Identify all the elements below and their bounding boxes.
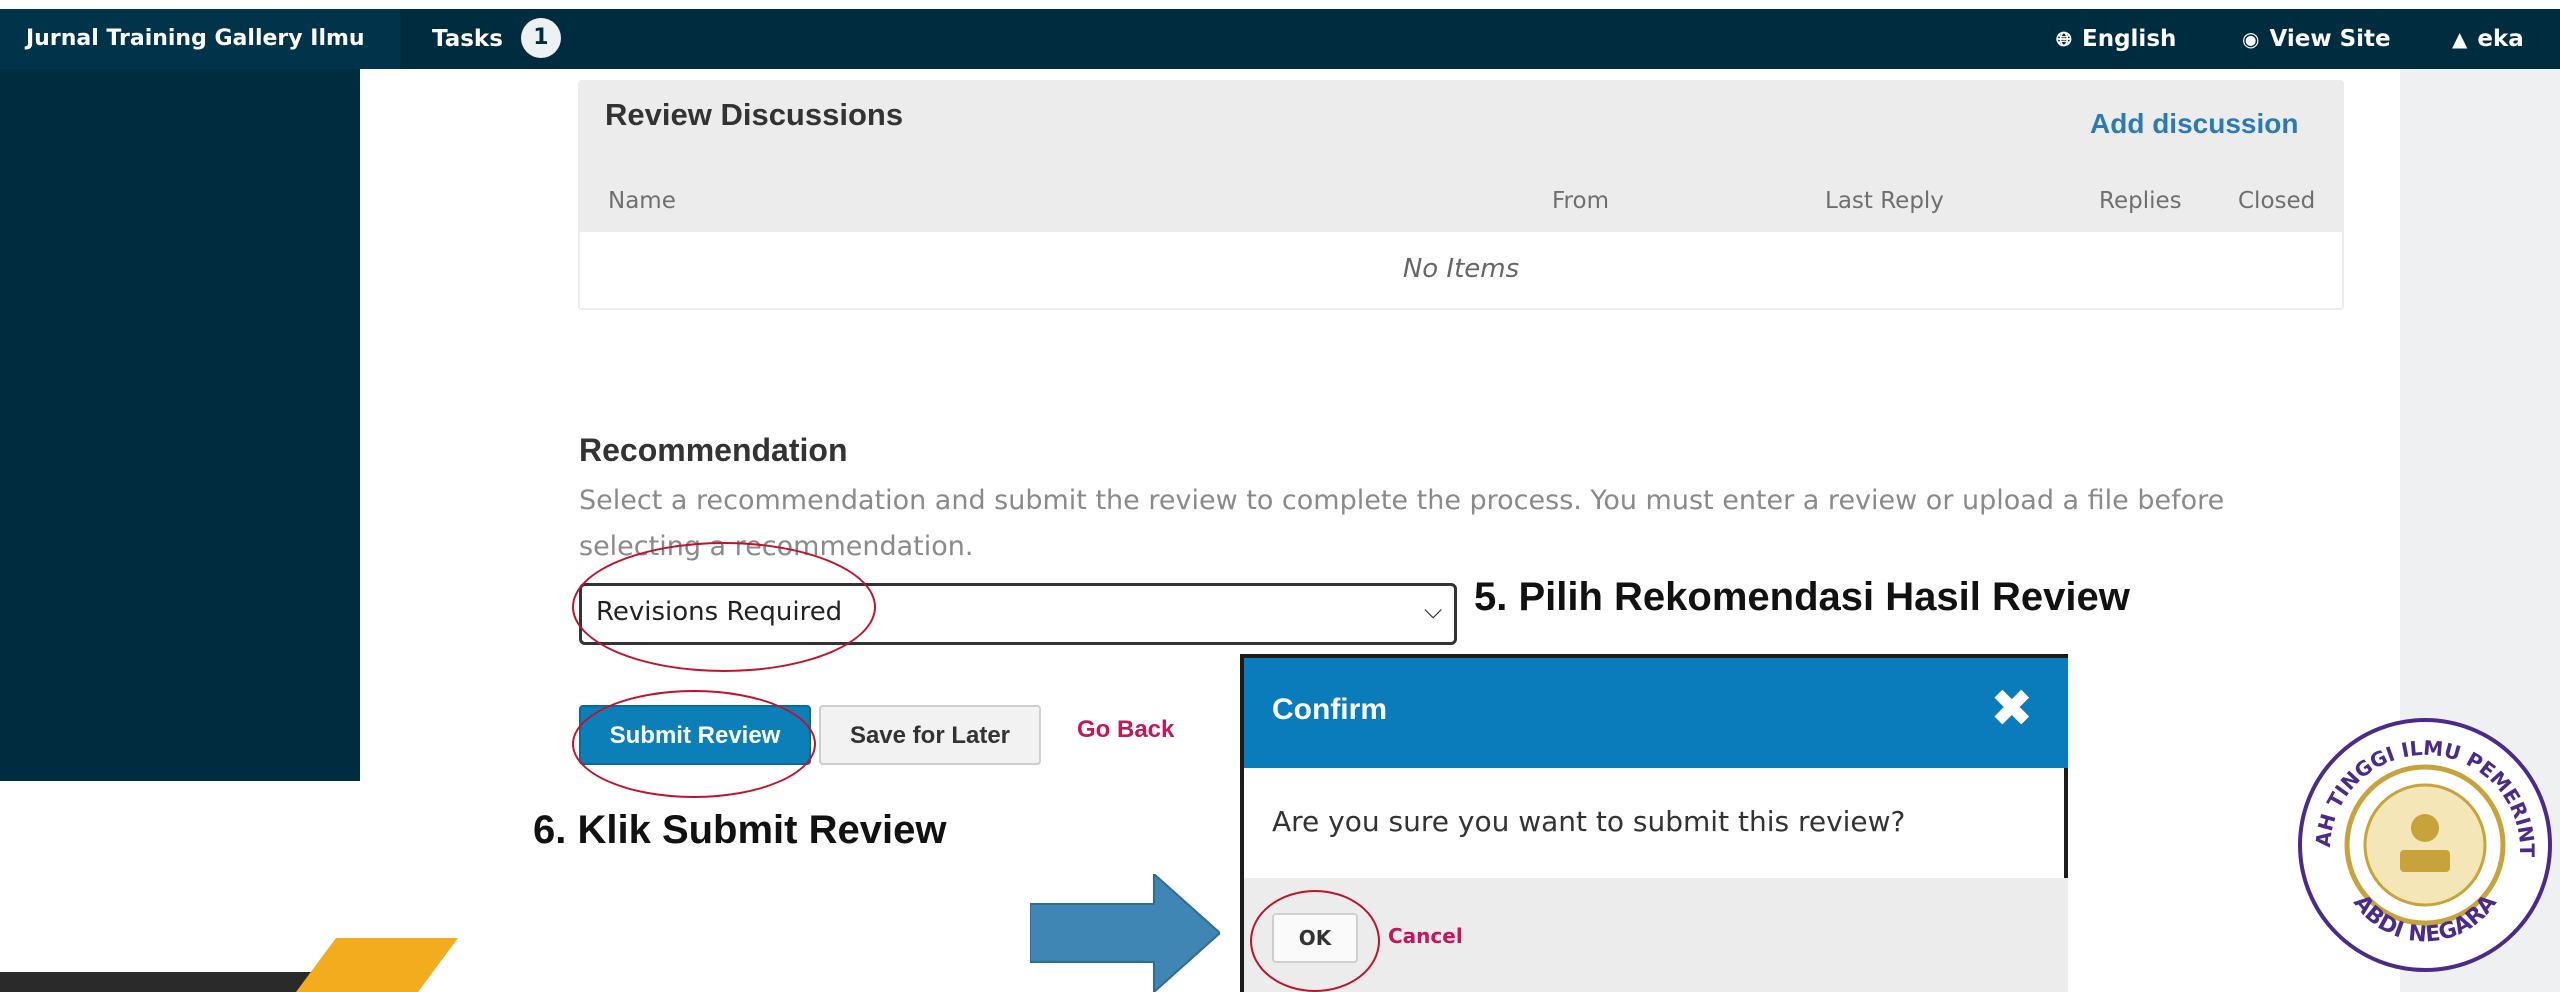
tasks-label: Tasks: [432, 26, 503, 52]
decorative-dark-band: [0, 972, 320, 992]
decorative-yellow-shape: [296, 938, 458, 992]
recommendation-description: Select a recommendation and submit the r…: [579, 485, 2225, 562]
empty-table-message: No Items: [1402, 254, 1520, 284]
save-for-later-button[interactable]: Save for Later: [819, 705, 1041, 765]
close-icon[interactable]: ✖: [1990, 683, 2034, 735]
sidebar: [0, 69, 360, 781]
column-header-closed: Closed: [2238, 188, 2316, 214]
highlight-ellipse-submit: [572, 690, 816, 798]
column-header-replies: Replies: [2099, 188, 2182, 214]
cancel-link[interactable]: Cancel: [1388, 924, 1463, 948]
eye-icon: ◉: [2242, 27, 2260, 51]
view-site-link[interactable]: ◉ View Site: [2242, 9, 2391, 69]
chevron-down-icon: ⌵: [1424, 596, 1443, 624]
highlight-ellipse-select: [572, 542, 876, 672]
globe-icon: 🌐︎: [2056, 27, 2072, 51]
user-menu[interactable]: ▲ eka: [2452, 9, 2524, 69]
user-name: eka: [2477, 26, 2524, 52]
recommendation-title: Recommendation: [579, 432, 848, 468]
column-header-from: From: [1552, 188, 1609, 214]
step-6-annotation: 6. Klik Submit Review: [533, 808, 947, 852]
tasks-count-badge: 1: [520, 17, 561, 58]
go-back-link[interactable]: Go Back: [1077, 716, 1174, 744]
tasks-menu[interactable]: Tasks 1: [432, 9, 561, 69]
view-site-label: View Site: [2269, 26, 2391, 52]
language-menu[interactable]: 🌐︎ English: [2056, 9, 2176, 69]
dialog-message: Are you sure you want to submit this rev…: [1272, 805, 1906, 838]
discussions-title: Review Discussions: [605, 97, 904, 132]
column-header-last-reply: Last Reply: [1825, 188, 1944, 214]
user-icon: ▲: [2452, 27, 2468, 51]
pointer-arrow-icon: [1030, 874, 1220, 992]
add-discussion-link[interactable]: Add discussion: [2090, 108, 2298, 140]
language-label: English: [2082, 26, 2177, 52]
institution-logo: SEKOLAH TINGGI ILMU PEMERINTAHAN ABDI NE…: [2290, 710, 2552, 972]
highlight-ellipse-ok: [1250, 890, 1380, 992]
dialog-title: Confirm: [1272, 693, 1387, 726]
step-5-annotation: 5. Pilih Rekomendasi Hasil Review: [1474, 575, 2130, 619]
site-name-link[interactable]: Jurnal Training Gallery Ilmu: [0, 9, 400, 69]
column-header-name: Name: [608, 188, 676, 214]
